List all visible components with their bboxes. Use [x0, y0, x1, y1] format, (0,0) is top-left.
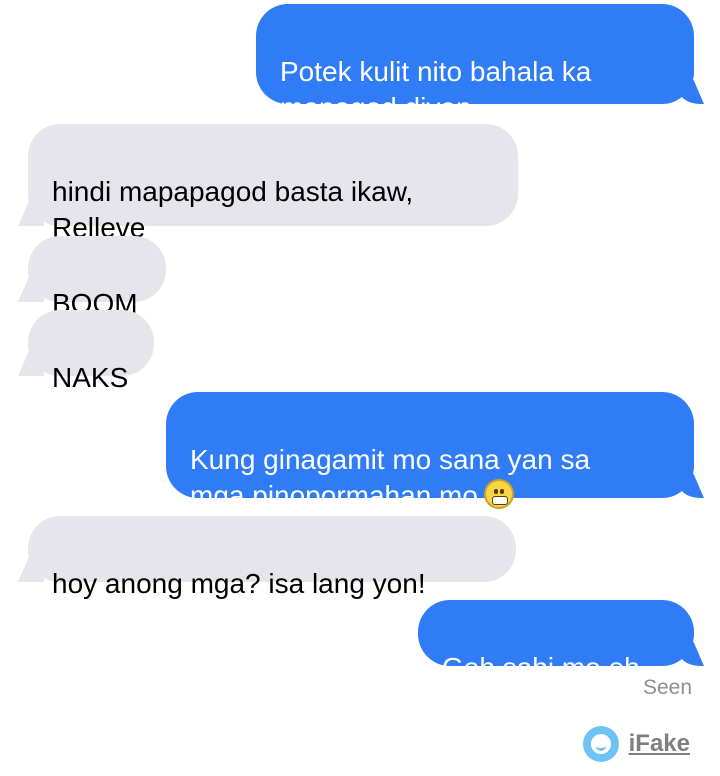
message-text: Kung ginagamit mo sana yan sa mga pinopo… [190, 444, 591, 511]
message-bubble-sent[interactable]: Potek kulit nito bahala ka mapagod diyan [256, 4, 694, 123]
message-text: NAKS [52, 362, 129, 393]
message-bubble-sent[interactable]: Kung ginagamit mo sana yan sa mga pinopo… [166, 392, 694, 511]
message-thread: Potek kulit nito bahala ka mapagod diyan… [0, 0, 720, 776]
ifake-watermark: iFake [582, 726, 690, 762]
message-text: hoy anong mga? isa lang yon! [52, 568, 426, 599]
message-bubble-received[interactable]: hindi mapapagod basta ikaw, Relleve [28, 124, 518, 243]
message-text: Potek kulit nito bahala ka mapagod diyan [280, 56, 592, 123]
message-bubble-sent[interactable]: Geh sabi mo eh [418, 600, 694, 683]
message-text: Geh sabi mo eh [442, 652, 640, 683]
message-bubble-received[interactable]: BOOM [28, 236, 166, 319]
grimacing-face-emoji-icon [483, 479, 514, 509]
watermark-brand: iFake [628, 730, 690, 757]
message-text: hindi mapapagod basta ikaw, Relleve [52, 176, 414, 243]
seen-status: Seen [642, 676, 692, 699]
message-bubble-received[interactable]: hoy anong mga? isa lang yon! [28, 516, 516, 599]
message-bubble-received[interactable]: NAKS [28, 310, 154, 393]
ifake-smile-logo-icon [582, 726, 619, 762]
